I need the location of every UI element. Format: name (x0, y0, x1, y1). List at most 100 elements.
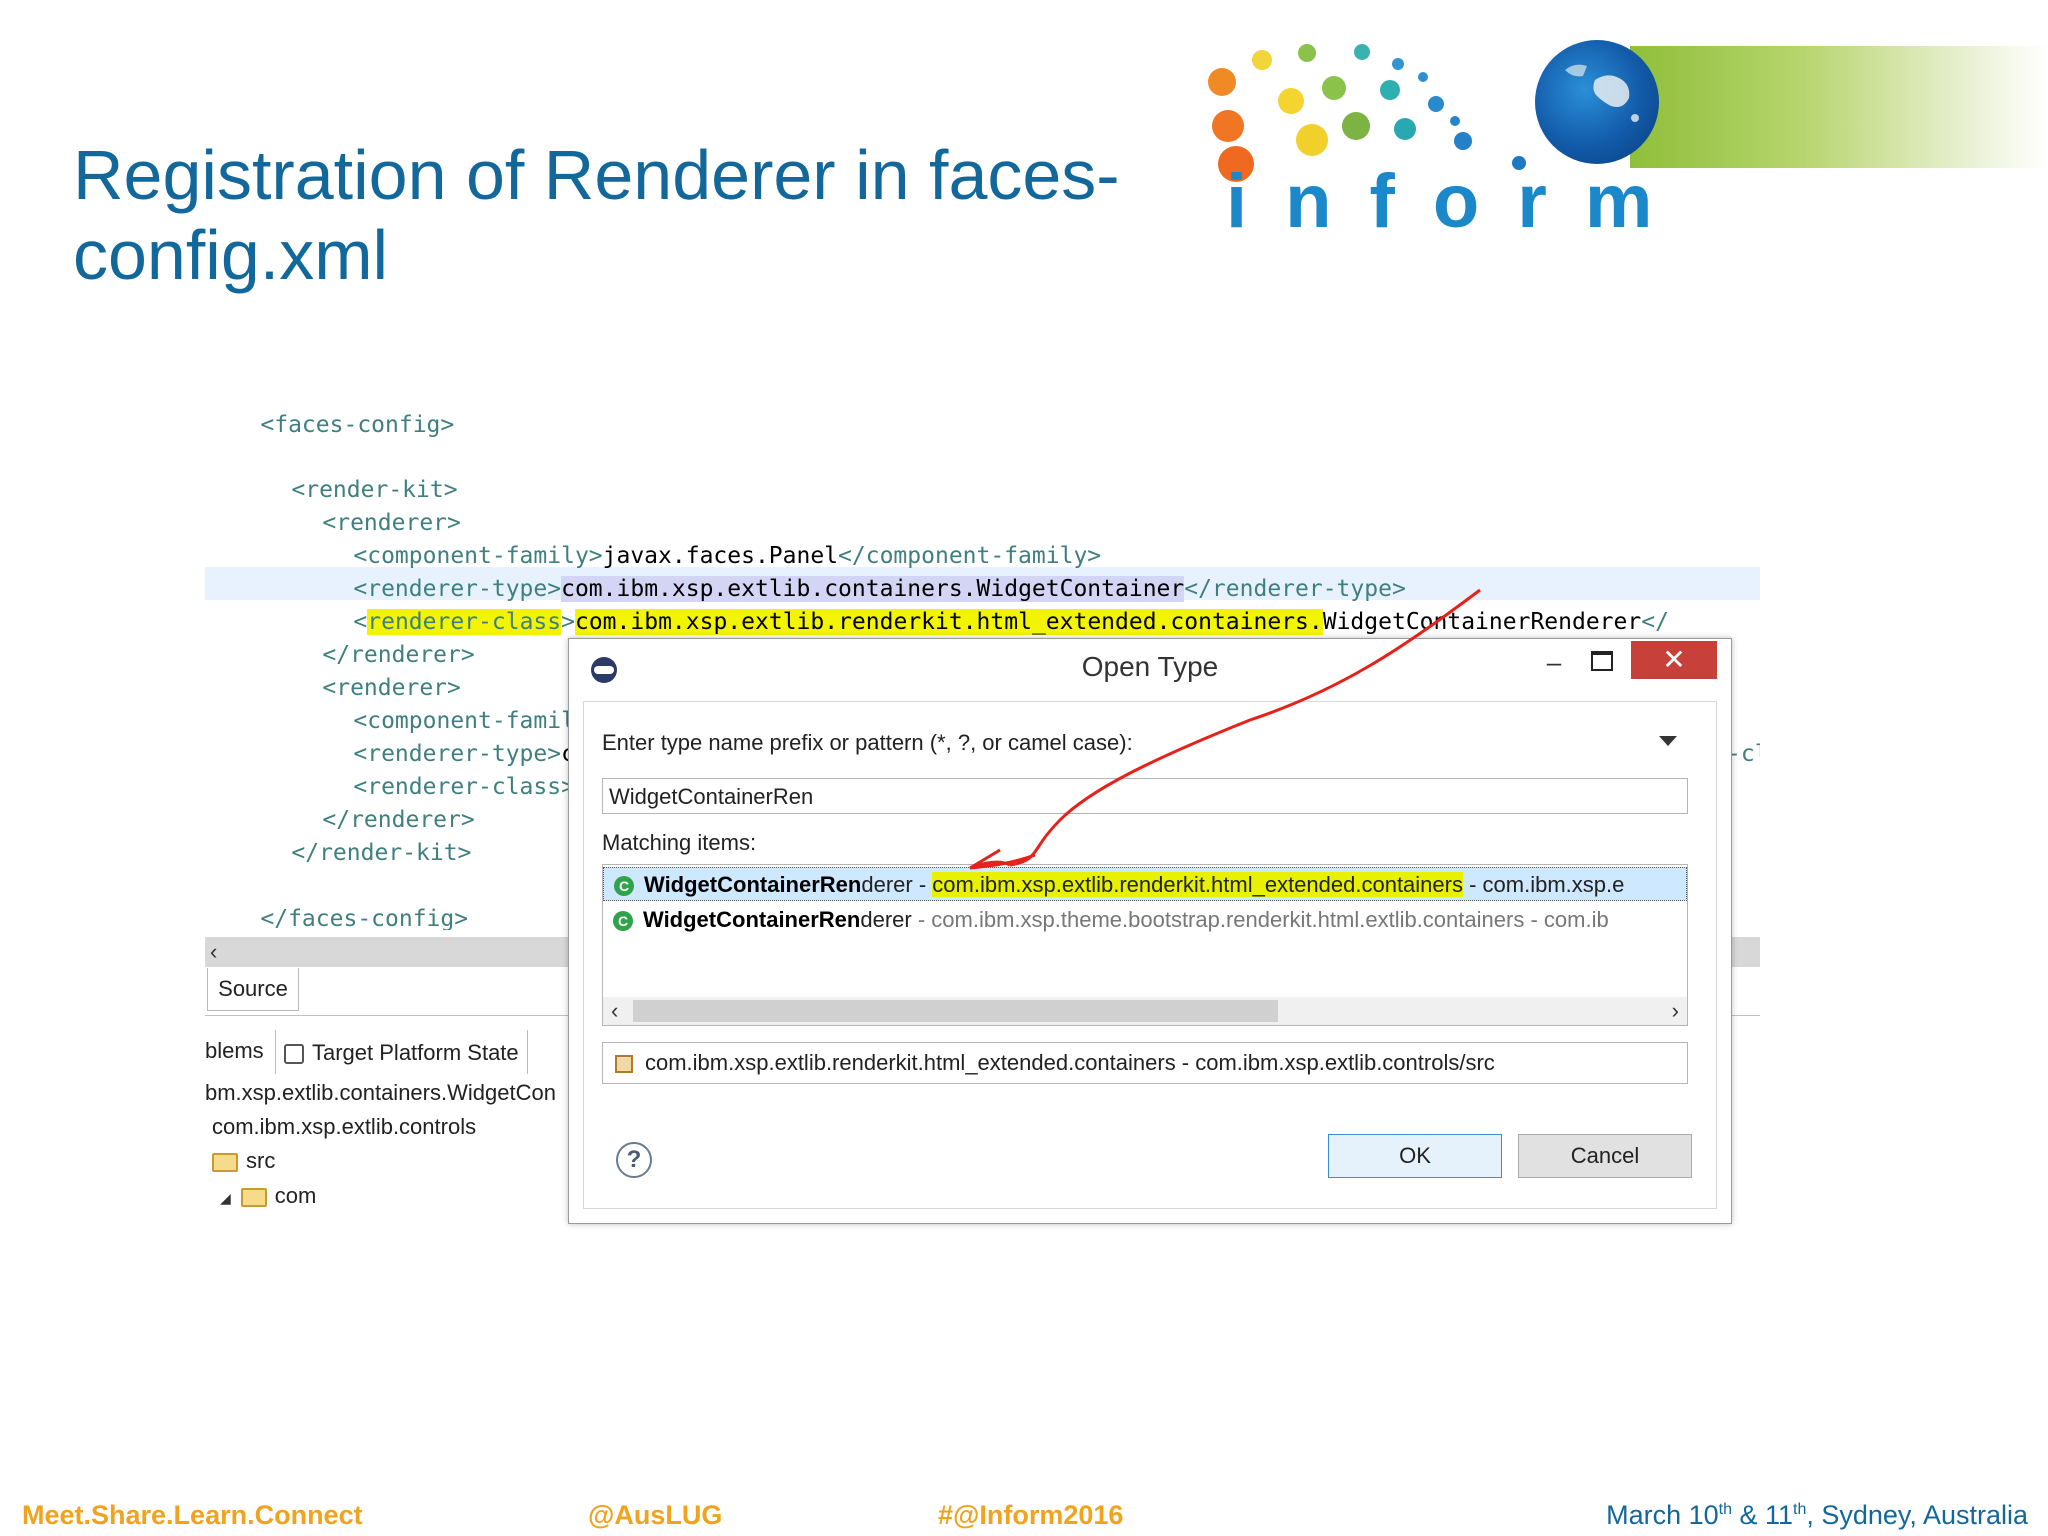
type-name: WidgetContainerRen (643, 907, 861, 932)
package-name: com.ibm.xsp.theme.bootstrap.renderkit.ht… (931, 907, 1525, 932)
tree-item-label: src (246, 1148, 276, 1173)
xml-value: WidgetContainerRenderer (1322, 609, 1642, 635)
list-item[interactable]: C WidgetContainerRenderer - com.ibm.xsp.e… (603, 867, 1687, 901)
open-type-dialog: Open Type – ✕ Enter type name prefix or … (568, 638, 1732, 1224)
folder-icon (212, 1152, 238, 1172)
code-line: <render-kit> (236, 441, 457, 503)
globe-icon (1535, 40, 1659, 164)
logo-dot (1394, 118, 1416, 140)
class-icon: C (613, 911, 633, 932)
tab-problems[interactable]: blems (205, 1038, 264, 1064)
code-line: </faces-config> (205, 870, 468, 930)
code-line: <renderer-type>com.ibm.xsp.extlib.contai… (298, 540, 1406, 602)
close-button[interactable]: ✕ (1631, 641, 1717, 679)
project-name: com.ibm.xsp.e (1482, 872, 1625, 897)
help-icon[interactable]: ? (616, 1142, 652, 1178)
xml-value-highlighted: com.ibm.xsp.extlib.renderkit.html_extend… (574, 609, 1323, 635)
type-name-rest: derer (860, 907, 912, 932)
logo-dot (1212, 110, 1244, 142)
package-name: com.ibm.xsp.extlib.renderkit.html_extend… (932, 872, 1463, 897)
scroll-right-icon[interactable]: › (1672, 997, 1679, 1025)
slide-title: Registration of Renderer in faces-config… (73, 136, 1120, 294)
matching-items-list[interactable]: C WidgetContainerRenderer - com.ibm.xsp.e… (602, 864, 1688, 1026)
xml-tag: </render-kit> (291, 840, 472, 866)
package-info-bar: com.ibm.xsp.extlib.renderkit.html_extend… (602, 1042, 1688, 1084)
tab-label: Target Platform State (312, 1040, 519, 1065)
folder-icon (240, 1187, 267, 1207)
list-item[interactable]: C WidgetContainerRenderer - com.ibm.xsp.t… (603, 903, 1687, 937)
target-platform-icon (284, 1044, 304, 1065)
date-text: March 10 (1606, 1500, 1719, 1530)
code-line: </renderer> (267, 771, 474, 833)
chevron-down-icon[interactable] (1659, 736, 1677, 746)
code-line: <faces-config> (205, 376, 454, 438)
date-superscript: th (1793, 1501, 1807, 1518)
logo-dot (1252, 50, 1272, 70)
separator: - (912, 872, 933, 897)
logo-text: inform (1226, 159, 1691, 244)
tree-item-src[interactable]: src (212, 1148, 275, 1174)
code-line: </renderer> (267, 606, 474, 668)
xml-tag: </ (1641, 609, 1669, 635)
logo-dot (1418, 72, 1428, 82)
xml-tag: </faces-config> (260, 906, 469, 930)
date-text: , Sydney, Australia (1806, 1500, 2028, 1530)
class-icon: C (614, 876, 634, 897)
code-line: <renderer-class>com.ibm.xsp.extlib.rende… (298, 573, 1669, 635)
type-name-rest: derer (861, 872, 913, 897)
separator: - (1524, 907, 1544, 932)
scroll-left-icon[interactable]: ‹ (611, 997, 618, 1025)
code-line: <renderer-type>con (298, 705, 602, 767)
xml-tag: <faces-config> (260, 412, 455, 438)
tree-path: bm.xsp.extlib.containers.WidgetCon (205, 1080, 556, 1105)
footer-slogan: Meet.Share.Learn.Connect (22, 1500, 363, 1530)
logo-dot (1298, 44, 1316, 62)
footer-hashtag: #@Inform2016 (938, 1500, 1124, 1530)
minimize-button[interactable]: – (1539, 647, 1569, 677)
logo-dot (1278, 88, 1304, 114)
logo-dot (1450, 116, 1460, 126)
code-line: <renderer-class>co (298, 738, 602, 800)
tree-item-project[interactable]: com.ibm.xsp.extlib.controls (212, 1114, 476, 1140)
footer-handle: @AusLUG (588, 1500, 723, 1530)
logo-dot (1454, 132, 1472, 150)
scroll-left-icon[interactable]: ‹ (210, 937, 230, 967)
logo-dot (1296, 124, 1328, 156)
package-icon (615, 1055, 633, 1074)
expand-arrow-icon[interactable]: ◢ (220, 1190, 231, 1206)
cancel-button[interactable]: Cancel (1518, 1134, 1692, 1178)
scrollbar-thumb[interactable] (633, 1000, 1278, 1022)
ok-button[interactable]: OK (1328, 1134, 1502, 1178)
code-line: </render-kit> (236, 804, 471, 866)
dialog-titlebar[interactable]: Open Type – ✕ (569, 639, 1731, 695)
code-line: <renderer> (267, 474, 460, 536)
tab-source[interactable]: Source (207, 968, 299, 1011)
xml-tag: > (561, 609, 575, 635)
tree-item-label: com (274, 1183, 317, 1208)
footer-date: March 10th & 11th, Sydney, Australia (1606, 1500, 2028, 1531)
results-horizontal-scrollbar[interactable]: ‹ › (603, 997, 1687, 1025)
maximize-button[interactable] (1591, 651, 1613, 671)
package-info-text: com.ibm.xsp.extlib.renderkit.html_extend… (645, 1050, 1495, 1075)
code-line: <renderer> (267, 639, 460, 701)
separator: - (911, 907, 932, 932)
matching-items-label: Matching items: (602, 830, 757, 855)
code-line: <component-family>javax.faces.Panel</com… (298, 507, 1101, 569)
logo-dot (1342, 112, 1370, 140)
dialog-body: Enter type name prefix or pattern (*, ?,… (583, 701, 1717, 1209)
separator: - (1462, 872, 1483, 897)
search-input[interactable]: WidgetContainerRen (602, 778, 1688, 814)
project-name: com.ib (1543, 907, 1609, 932)
logo-dot (1322, 76, 1346, 100)
search-prompt-label: Enter type name prefix or pattern (*, ?,… (602, 730, 1133, 755)
logo-dot (1354, 44, 1370, 60)
logo-dot (1428, 96, 1444, 112)
date-text: & 11 (1731, 1500, 1794, 1530)
tab-target-platform-state[interactable]: Target Platform State (275, 1030, 528, 1074)
logo-dot (1208, 68, 1236, 96)
code-line: <component-family (298, 672, 588, 734)
type-name: WidgetContainerRen (644, 872, 862, 897)
logo-dot (1380, 80, 1400, 100)
logo-gradient-band (1630, 46, 2048, 168)
tree-item-com[interactable]: ◢ com (220, 1183, 316, 1209)
